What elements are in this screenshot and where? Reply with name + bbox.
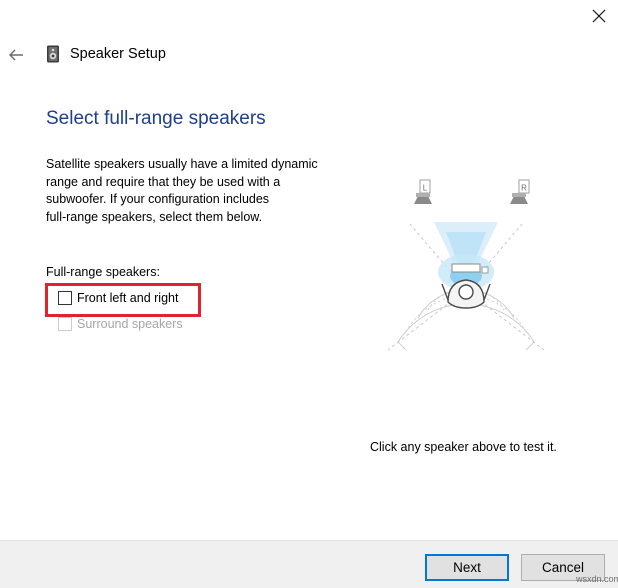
footer-bar: Next Cancel	[0, 540, 618, 588]
right-speaker-label: R	[521, 184, 527, 193]
front-left-right-label: Front left and right	[77, 291, 179, 305]
test-speaker-hint: Click any speaker above to test it.	[370, 440, 557, 454]
window-title: Speaker Setup	[70, 46, 166, 62]
page-heading: Select full-range speakers	[46, 108, 266, 129]
close-icon	[592, 9, 606, 23]
speaker-diagram: L R	[387, 179, 545, 351]
watermark-text: wsxdn.com	[576, 574, 618, 584]
page-description: Satellite speakers usually have a limite…	[46, 157, 318, 224]
next-button[interactable]: Next	[425, 554, 509, 581]
front-left-right-checkbox[interactable]	[58, 291, 72, 305]
full-range-speakers-label: Full-range speakers:	[46, 265, 160, 279]
back-button[interactable]	[4, 44, 28, 66]
surround-speakers-checkbox	[58, 317, 72, 331]
surround-speakers-option: Surround speakers	[58, 317, 183, 331]
speaker-app-icon	[47, 45, 59, 63]
close-button[interactable]	[580, 0, 618, 32]
front-left-right-option[interactable]: Front left and right	[58, 291, 178, 305]
left-speaker-label: L	[423, 184, 428, 193]
back-arrow-icon	[9, 49, 23, 61]
surround-speakers-label: Surround speakers	[77, 317, 183, 331]
speaker-setup-window: Speaker Setup Select full-range speakers…	[0, 0, 618, 588]
